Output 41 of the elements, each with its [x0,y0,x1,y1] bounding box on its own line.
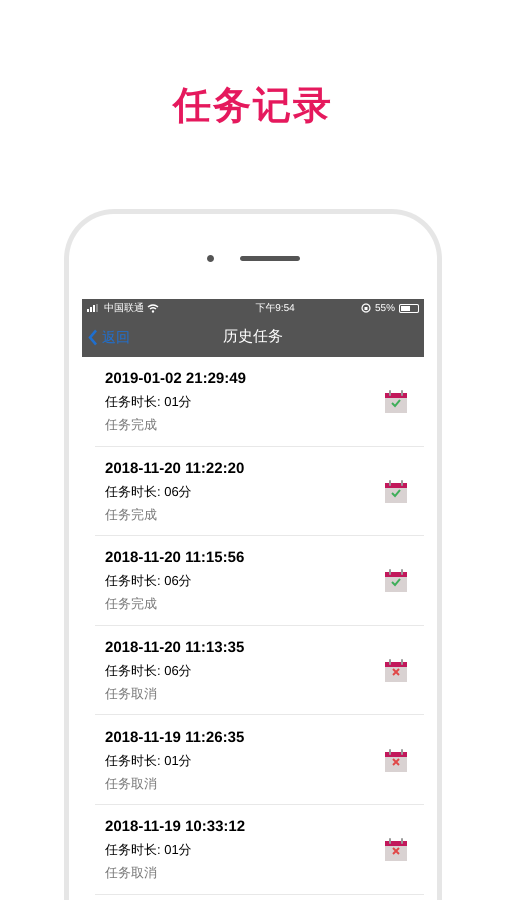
clock-time: 下午9:54 [255,302,295,316]
task-time: 2019-01-02 21:29:49 [105,369,247,390]
task-row[interactable]: 2018-11-20 11:22:20 任务时长: 06分 任务完成 [95,446,424,536]
task-row[interactable]: 2018-11-19 11:26:35 任务时长: 01分 任务取消 [95,715,424,805]
screen-title: 历史任务 [223,326,283,347]
task-status: 任务完成 [105,506,158,524]
page-title: 任务记录 [173,84,333,129]
wifi-icon [147,304,159,312]
task-row[interactable]: 2018-11-20 11:13:35 任务时长: 06分 任务取消 [95,626,424,716]
task-row[interactable]: 2019-01-02 21:29:49 任务时长: 01分 任务完成 [95,357,424,447]
task-time: 2018-11-19 11:26:35 [105,728,246,748]
task-duration: 任务时长: 01分 [105,393,193,412]
calendar-cross-icon [384,836,408,862]
signal-icon [87,304,101,312]
task-duration: 任务时长: 01分 [105,841,193,860]
task-duration: 任务时长: 01分 [105,752,193,770]
carrier-name: 中国联通 [104,302,144,316]
task-time: 2018-11-20 11:22:20 [105,458,246,479]
task-status: 任务取消 [105,685,158,704]
task-row[interactable]: 2018-11-20 11:15:56 任务时长: 06分 任务完成 [95,536,424,626]
back-chevron-icon [88,328,98,346]
task-row[interactable]: 2018-11-19 10:33:12 任务时长: 01分 任务取消 [95,804,424,895]
task-status: 任务完成 [105,595,158,614]
task-duration: 任务时长: 06分 [105,482,193,501]
calendar-check-icon [384,567,408,594]
task-time: 2018-11-20 11:13:35 [105,638,246,658]
task-status: 任务取消 [105,774,158,793]
task-time: 2018-11-19 10:33:12 [105,817,246,838]
battery-percent: 55% [374,302,395,316]
calendar-cross-icon [384,657,408,684]
rotation-lock-icon [360,303,371,313]
task-status: 任务完成 [105,416,158,434]
calendar-check-icon [384,478,408,504]
task-time: 2018-11-20 11:15:56 [105,548,246,568]
task-duration: 任务时长: 06分 [105,572,193,590]
calendar-cross-icon [384,746,408,773]
task-duration: 任务时长: 06分 [105,662,193,680]
speaker-slot [240,256,300,261]
task-status: 任务取消 [105,864,158,882]
battery-icon [398,304,419,312]
calendar-check-icon [384,388,408,414]
